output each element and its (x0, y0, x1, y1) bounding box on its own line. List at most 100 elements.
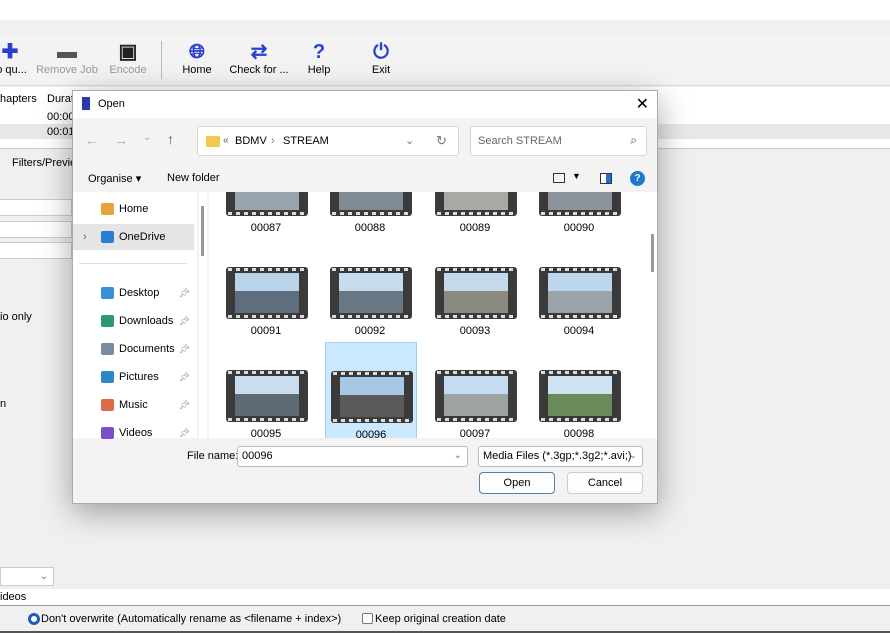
pictures-icon (101, 371, 114, 383)
desktop-icon (101, 287, 114, 299)
video-thumbnail (331, 371, 413, 423)
sidebar-item-label: Music (119, 399, 148, 411)
dialog-footer: File name: 00096 ⌄ Media Files (*.3gp;*.3… (73, 438, 657, 504)
file-name: 00090 (563, 222, 595, 234)
pin-icon[interactable]: 📌︎ (179, 364, 190, 390)
file-item[interactable]: 00094 (534, 239, 626, 341)
search-icon: ⌕ (630, 133, 637, 147)
sidebar-item-desktop[interactable]: Desktop 📌︎ (73, 280, 194, 306)
help-icon[interactable]: ? (630, 171, 645, 186)
file-name-input[interactable]: 00096 ⌄ (237, 446, 468, 467)
back-icon[interactable]: ← (85, 132, 99, 148)
remove-job-button[interactable]: ▬ Remove Job (32, 40, 102, 76)
audio-only-label[interactable]: io only (0, 311, 32, 323)
file-item[interactable]: 00087 (221, 192, 313, 238)
video-thumbnail (330, 267, 412, 319)
sidebar-item-pictures[interactable]: Pictures 📌︎ (73, 364, 194, 390)
encode-button[interactable]: ▣ Encode (93, 40, 163, 76)
file-item[interactable]: 00092 (325, 239, 417, 341)
sidebar-item-label: Downloads (119, 315, 174, 327)
settings-field[interactable] (0, 199, 72, 216)
file-item[interactable]: 00089 (430, 192, 522, 238)
documents-icon (101, 343, 114, 355)
film-encode-icon: ▣ (118, 41, 138, 63)
file-grid: 00087 00088 00089 00090 00091 00092 00093 00094… (209, 192, 649, 438)
open-button[interactable]: Open (479, 472, 555, 494)
cancel-button[interactable]: Cancel (567, 472, 643, 494)
file-item[interactable]: 00097 (430, 342, 522, 438)
breadcrumb-overflow[interactable]: « (223, 135, 229, 146)
file-item[interactable]: 00088 (325, 192, 417, 238)
video-thumbnail (539, 370, 621, 422)
file-type-select[interactable]: Media Files (*.3gp;*.3g2;*.avi;) ⌄ (478, 446, 643, 467)
output-dropdown[interactable]: ⌄ (0, 567, 54, 586)
chevron-down-icon[interactable]: ⌄ (454, 450, 462, 461)
column-header-chapters[interactable]: hapters (0, 93, 37, 105)
power-icon: ⏻ (373, 41, 389, 63)
address-bar[interactable]: « BDMV › STREAM ⌄ ↻ (197, 126, 459, 156)
pin-icon[interactable]: 📌︎ (179, 336, 190, 362)
dont-overwrite-label: Don't overwrite (Automatically rename as… (41, 613, 342, 625)
video-thumbnail (330, 192, 412, 216)
video-thumbnail (226, 192, 308, 216)
sidebar-divider (79, 263, 187, 264)
sidebar-item-downloads[interactable]: Downloads 📌︎ (73, 308, 194, 334)
file-name: 00087 (250, 222, 282, 234)
view-dropdown-icon[interactable]: ▼ (572, 171, 581, 181)
new-folder-button[interactable]: New folder (167, 172, 220, 184)
preview-pane-icon[interactable] (600, 173, 612, 184)
chevron-down-icon: ⌄ (628, 450, 637, 461)
settings-field[interactable] (0, 221, 72, 238)
dialog-title: Open (98, 98, 125, 110)
settings-field[interactable] (0, 242, 72, 259)
duration-cell: 00:01 (47, 126, 75, 138)
file-name: 00097 (459, 428, 491, 438)
view-icon[interactable] (553, 173, 565, 183)
sidebar-item-label: Documents (119, 343, 175, 355)
files-scrollbar[interactable] (649, 192, 657, 438)
sidebar-item-onedrive[interactable]: › OneDrive (73, 224, 194, 250)
sidebar-item-documents[interactable]: Documents 📌︎ (73, 336, 194, 362)
dont-overwrite-radio[interactable] (28, 613, 40, 625)
file-item[interactable]: 00093 (430, 239, 522, 341)
nav-scrollbar[interactable] (199, 192, 207, 438)
file-item[interactable]: 00095 (221, 342, 313, 438)
file-name: 00094 (563, 325, 595, 337)
up-icon[interactable]: ↑ (167, 131, 174, 147)
file-item[interactable]: 00098 (534, 342, 626, 438)
pin-icon[interactable]: 📌︎ (179, 392, 190, 418)
keep-date-checkbox[interactable] (362, 613, 373, 624)
app-icon (82, 97, 90, 110)
column-header-duration[interactable]: Durat (47, 93, 74, 105)
pin-icon[interactable]: 📌︎ (179, 308, 190, 334)
music-icon (101, 399, 114, 411)
dialog-titlebar[interactable]: Open ✕ (73, 91, 657, 118)
exit-button[interactable]: ⏻ Exit (346, 40, 416, 76)
expand-chevron-icon[interactable]: › (83, 224, 87, 250)
file-name: 00091 (250, 325, 282, 337)
help-button[interactable]: ? Help (284, 40, 354, 76)
video-thumbnail (539, 192, 621, 216)
output-folder-field[interactable]: ideos (0, 589, 890, 606)
file-item[interactable]: 00091 (221, 239, 313, 341)
forward-icon[interactable]: → (114, 132, 128, 148)
file-item[interactable]: 00090 (534, 192, 626, 238)
breadcrumb-stream[interactable]: STREAM (283, 135, 329, 147)
partial-label: n (0, 398, 7, 410)
file-name: 00095 (250, 428, 282, 438)
refresh-icon[interactable]: ↻ (436, 133, 447, 149)
minus-icon: ▬ (57, 41, 77, 63)
pin-icon[interactable]: 📌︎ (179, 280, 190, 306)
organise-button[interactable]: Organise ▾ (88, 172, 141, 185)
home-button[interactable]: 🌐︎ Home (162, 40, 232, 76)
address-dropdown-icon[interactable]: ⌄ (405, 134, 414, 147)
file-item[interactable]: 00096 (325, 342, 417, 438)
recent-chevron-icon[interactable]: ⌄ (143, 132, 151, 143)
navigation-bar: ← → ⌄ ↑ « BDMV › STREAM ⌄ ↻ Search STREA… (73, 124, 657, 158)
close-icon[interactable]: ✕ (636, 94, 649, 114)
open-dialog: Open ✕ ← → ⌄ ↑ « BDMV › STREAM ⌄ ↻ Searc… (72, 90, 658, 504)
sidebar-item-music[interactable]: Music 📌︎ (73, 392, 194, 418)
search-input[interactable]: Search STREAM ⌕ (470, 126, 647, 156)
breadcrumb-bdmv[interactable]: BDMV (235, 135, 267, 147)
sidebar-item-home[interactable]: Home (73, 196, 194, 222)
